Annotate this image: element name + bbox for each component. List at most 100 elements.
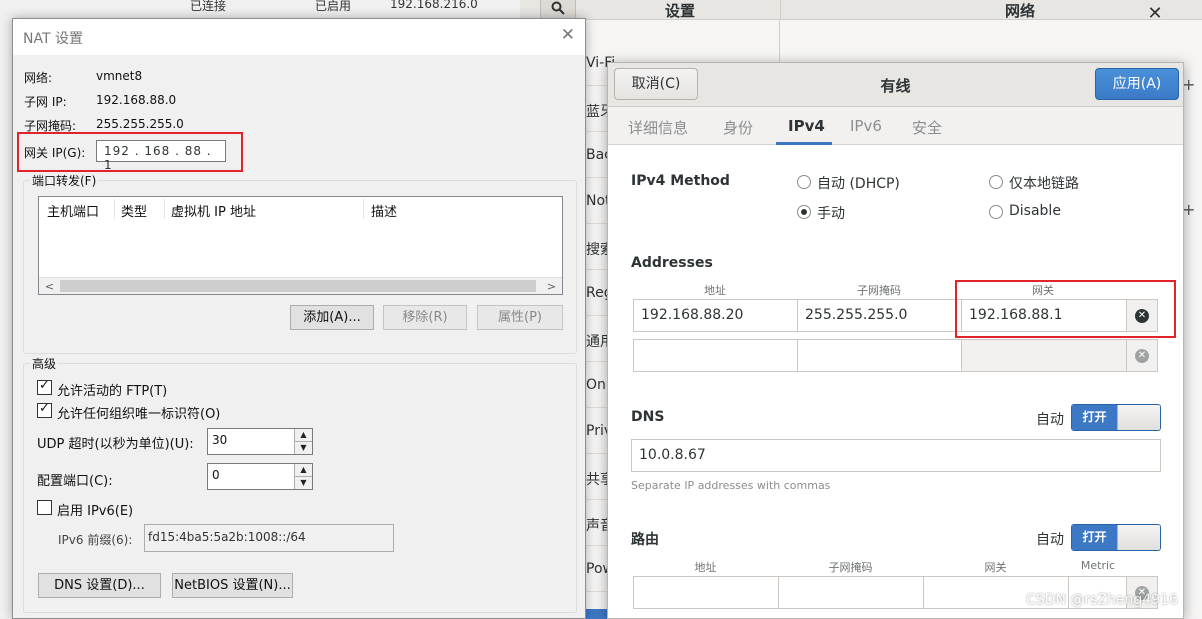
switch-knob[interactable] xyxy=(1117,525,1160,550)
search-button[interactable] xyxy=(540,0,576,20)
list-hscrollbar[interactable]: < > xyxy=(39,277,562,294)
check-icon: ✓ xyxy=(39,378,50,393)
tab-security[interactable]: 安全 xyxy=(912,117,942,138)
settings-headerbar: 设置 网络 ✕ xyxy=(520,0,1202,24)
method-link-local-label[interactable]: 仅本地链路 xyxy=(1009,173,1079,193)
check-icon: ✓ xyxy=(39,401,50,416)
scroll-thumb[interactable] xyxy=(60,280,536,292)
allow-uuid-label[interactable]: 允许任何组织唯一标识符(O) xyxy=(57,403,220,422)
netmask-field-empty[interactable] xyxy=(797,339,962,372)
delete-address-button-disabled[interactable]: ✕ xyxy=(1126,339,1158,372)
col-vm-ip[interactable]: 虚拟机 IP 地址 xyxy=(171,201,256,220)
tab-details[interactable]: 详细信息 xyxy=(628,117,688,138)
radio-disable[interactable] xyxy=(989,205,1003,219)
delete-icon: ✕ xyxy=(1135,348,1149,363)
method-disable-label[interactable]: Disable xyxy=(1009,203,1061,219)
network-label: 网络: xyxy=(24,71,53,85)
address-field-empty[interactable] xyxy=(633,339,798,372)
add-icon[interactable]: + xyxy=(1182,75,1195,94)
apply-button[interactable]: 应用(A) xyxy=(1095,68,1179,100)
spin-up-icon[interactable]: ▲ xyxy=(295,429,312,441)
netbios-settings-button[interactable]: NetBIOS 设置(N)... xyxy=(172,573,293,598)
spin-down-icon[interactable]: ▼ xyxy=(295,441,312,453)
dialog-headerbar: 取消(C) 有线 应用(A) xyxy=(608,63,1183,107)
properties-button[interactable]: 属性(P) xyxy=(477,305,563,330)
radio-manual[interactable] xyxy=(797,205,811,219)
spin-buttons[interactable]: ▲ ▼ xyxy=(294,429,312,454)
spin-down-icon[interactable]: ▼ xyxy=(295,476,312,488)
method-manual-label[interactable]: 手动 xyxy=(817,203,845,223)
dns-hint: Separate IP addresses with commas xyxy=(631,479,831,492)
network-value: vmnet8 xyxy=(96,69,143,83)
dialog-title: NAT 设置 xyxy=(23,31,83,47)
chevron-right-icon[interactable]: > xyxy=(543,278,560,295)
chevron-left-icon[interactable]: < xyxy=(41,278,58,295)
port-forward-list[interactable]: 主机端口 类型 虚拟机 IP 地址 描述 < > xyxy=(38,196,563,295)
netmask-field[interactable]: 255.255.255.0 xyxy=(797,299,962,332)
settings-title: 设置 xyxy=(664,2,695,20)
dns-settings-button[interactable]: DNS 设置(D)... xyxy=(38,573,161,598)
network-panel-title: 网络 xyxy=(1004,2,1035,20)
route-address-field[interactable] xyxy=(633,576,779,609)
search-icon xyxy=(551,1,565,15)
tab-identity[interactable]: 身份 xyxy=(723,117,753,138)
spin-up-icon[interactable]: ▲ xyxy=(295,464,312,476)
subnet-mask-value: 255.255.255.0 xyxy=(96,117,184,131)
dns-field[interactable]: 10.0.8.67 xyxy=(631,439,1161,472)
col-type[interactable]: 类型 xyxy=(121,201,147,220)
config-port-value: 0 xyxy=(212,468,220,482)
gateway-field-empty[interactable] xyxy=(961,339,1127,372)
active-tab-indicator xyxy=(776,142,832,145)
allow-ftp-label[interactable]: 允许活动的 FTP(T) xyxy=(57,380,167,399)
ipv4-method-label: IPv4 Method xyxy=(631,173,730,189)
radio-link-local[interactable] xyxy=(989,175,1003,189)
routes-auto-label: 自动 xyxy=(1036,532,1064,548)
ipv6-prefix-field: fd15:4ba5:5a2b:1008::/64 xyxy=(144,524,394,552)
close-icon[interactable]: ✕ xyxy=(1130,0,1180,30)
ipv6-prefix-label: IPv6 前缀(6): xyxy=(58,533,133,547)
subnet-ip-label: 子网 IP: xyxy=(24,95,67,109)
remove-button[interactable]: 移除(R) xyxy=(383,305,467,330)
allow-uuid-checkbox[interactable]: ✓ xyxy=(37,401,52,418)
col-host-port[interactable]: 主机端口 xyxy=(47,201,99,220)
spin-buttons[interactable]: ▲ ▼ xyxy=(294,464,312,489)
method-auto-label[interactable]: 自动 (DHCP) xyxy=(817,173,900,193)
address-field[interactable]: 192.168.88.20 xyxy=(633,299,798,332)
enable-ipv6-label[interactable]: 启用 IPv6(E) xyxy=(57,500,133,519)
switch-on-label: 打开 xyxy=(1072,405,1117,430)
routes-title: 路由 xyxy=(631,532,659,548)
dns-auto-switch[interactable]: 打开 xyxy=(1071,404,1161,431)
highlight-box-gateway xyxy=(955,280,1176,338)
header-divider xyxy=(780,0,781,20)
tab-ipv4[interactable]: IPv4 xyxy=(788,117,825,135)
dialog-titlebar: NAT 设置 ✕ xyxy=(13,19,585,55)
column-divider xyxy=(363,199,364,219)
row-subnet: 192.168.216.0 xyxy=(390,0,478,11)
add-button[interactable]: 添加(A)... xyxy=(290,305,374,330)
col-description[interactable]: 描述 xyxy=(371,201,397,220)
config-port-spinner[interactable]: 0 ▲ ▼ xyxy=(207,463,313,490)
switch-knob[interactable] xyxy=(1117,405,1160,430)
row-enabled: 已启用 xyxy=(315,0,352,13)
enable-ipv6-checkbox[interactable] xyxy=(37,500,52,515)
allow-ftp-checkbox[interactable]: ✓ xyxy=(37,378,52,395)
network-list-row[interactable]: 已连接 已启用 192.168.216.0 xyxy=(0,0,522,14)
tab-ipv6[interactable]: IPv6 xyxy=(850,117,882,135)
gateway-ip-field[interactable]: 192 . 168 . 88 . 1 xyxy=(96,140,226,172)
column-divider xyxy=(114,199,115,219)
udp-timeout-spinner[interactable]: 30 ▲ ▼ xyxy=(207,428,313,455)
row-status: 已连接 xyxy=(190,0,227,13)
udp-timeout-label: UDP 超时(以秒为单位)(U): xyxy=(37,437,194,452)
route-col-metric: Metric xyxy=(1080,559,1116,572)
col-netmask: 子网掩码 xyxy=(857,284,901,297)
routes-auto-switch[interactable]: 打开 xyxy=(1071,524,1161,551)
dns-title: DNS xyxy=(631,409,665,425)
add-icon[interactable]: + xyxy=(1182,200,1195,219)
route-netmask-field[interactable] xyxy=(778,576,924,609)
tab-bar: 详细信息 身份 IPv4 IPv6 安全 xyxy=(608,107,1183,145)
addresses-title: Addresses xyxy=(631,255,713,271)
col-address: 地址 xyxy=(704,284,726,297)
advanced-title: 高级 xyxy=(30,355,59,372)
radio-dhcp[interactable] xyxy=(797,175,811,189)
close-icon[interactable]: ✕ xyxy=(561,25,575,45)
